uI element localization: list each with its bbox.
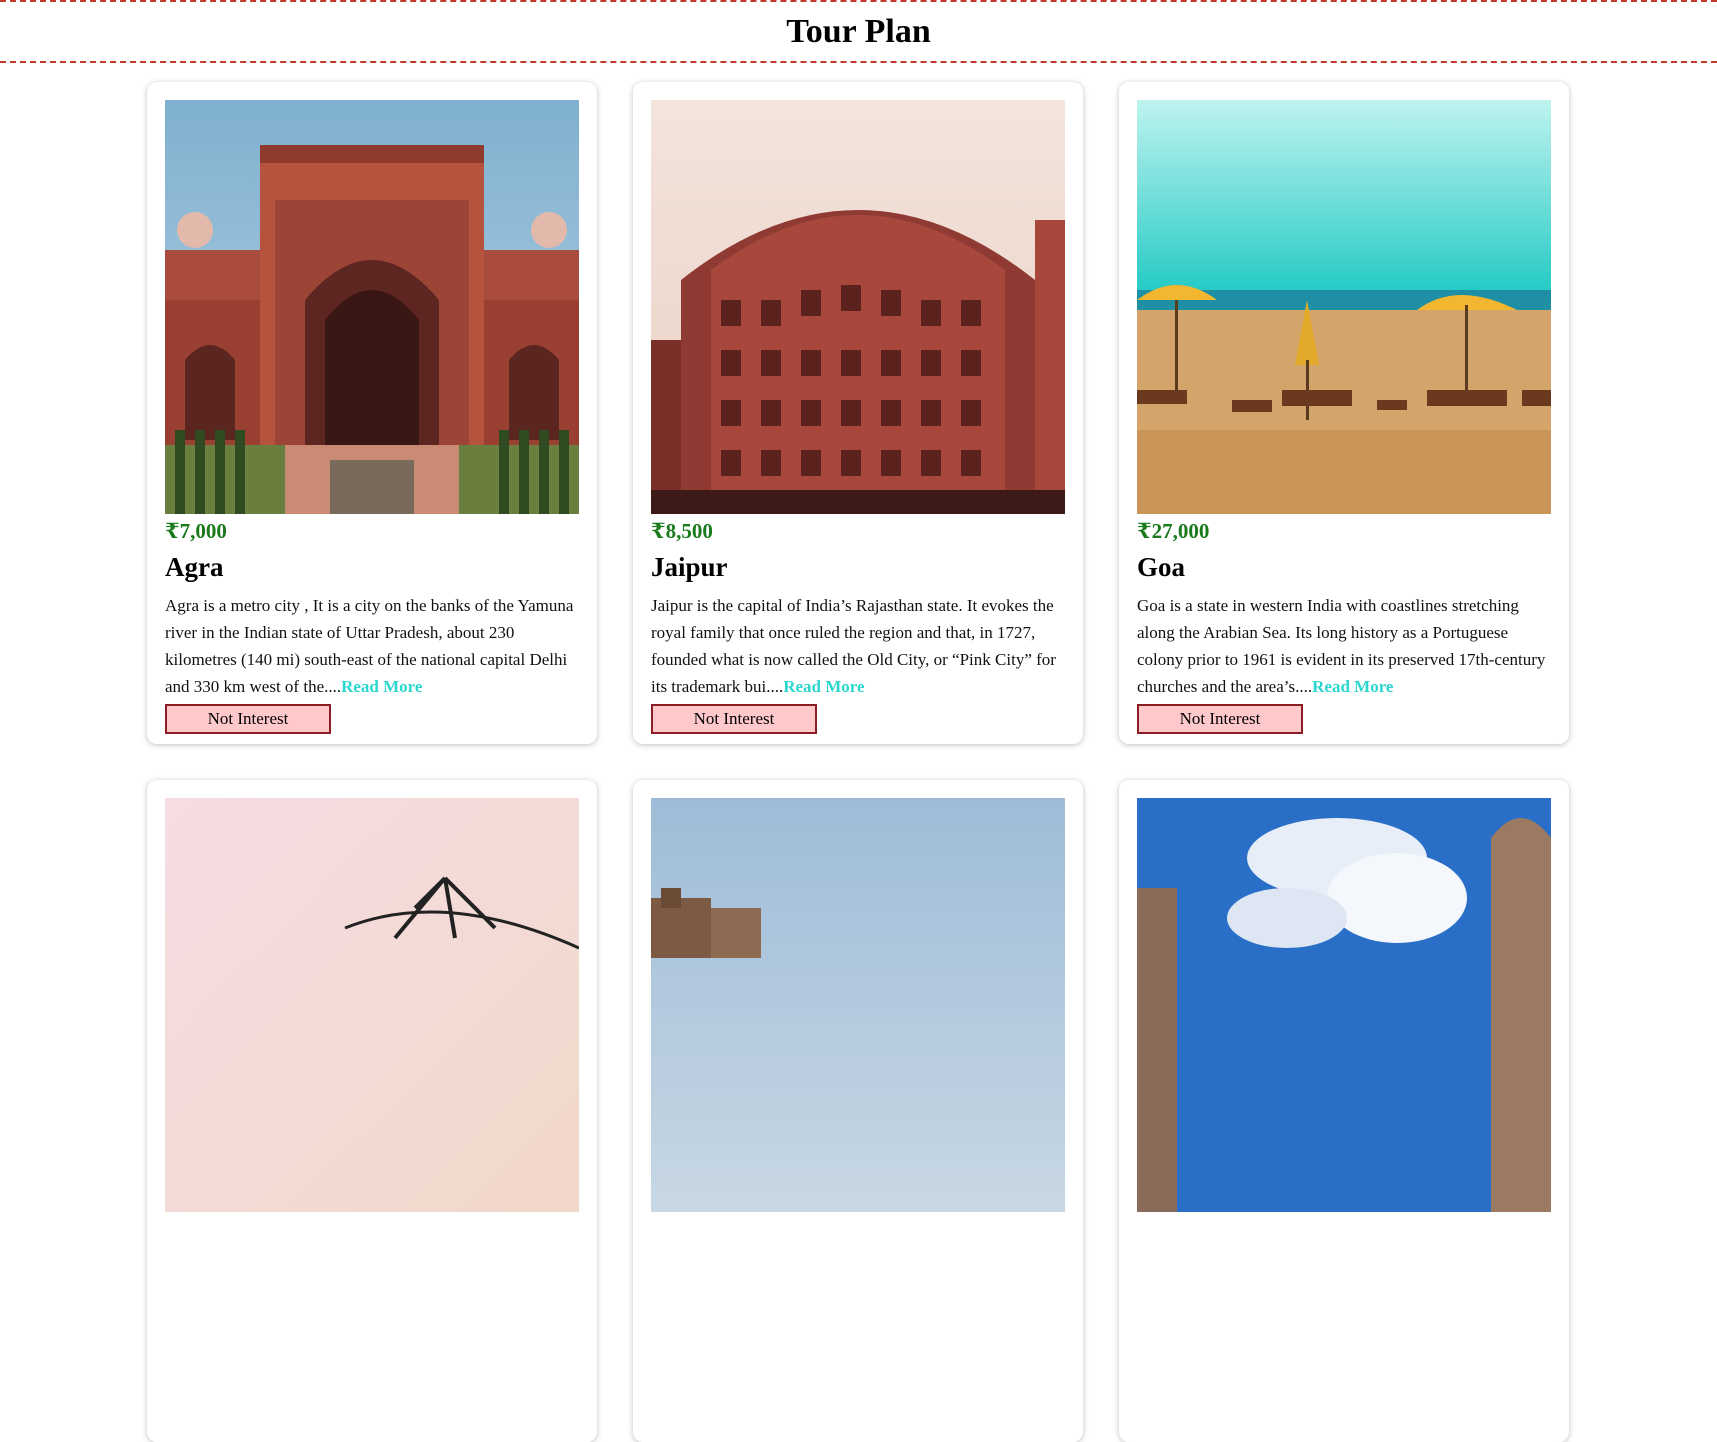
tour-card — [1119, 780, 1569, 1442]
tour-price: ₹27,000 — [1137, 519, 1210, 543]
tour-card — [633, 780, 1083, 1442]
not-interest-button[interactable]: Not Interest — [651, 704, 817, 734]
goa-photo — [1137, 100, 1551, 514]
page-title: Tour Plan — [786, 12, 931, 50]
tour-card-agra: ₹7,000 Agra Agra is a metro city , It is… — [147, 82, 597, 744]
not-interest-button[interactable]: Not Interest — [1137, 704, 1303, 734]
tour-description: Goa is a state in western India with coa… — [1137, 592, 1551, 700]
tour-photo — [651, 798, 1065, 1212]
tour-name: Jaipur — [651, 552, 728, 582]
agra-photo — [165, 100, 579, 514]
page-header: Tour Plan — [0, 0, 1717, 63]
not-interest-button[interactable]: Not Interest — [165, 704, 331, 734]
tour-card — [147, 780, 597, 1442]
read-more-link[interactable]: Read More — [1312, 677, 1393, 696]
read-more-link[interactable]: Read More — [341, 677, 422, 696]
read-more-link[interactable]: Read More — [783, 677, 864, 696]
tour-price: ₹8,500 — [651, 519, 713, 543]
jaipur-photo — [651, 100, 1065, 514]
tour-photo — [165, 798, 579, 1212]
tour-description: Agra is a metro city , It is a city on t… — [165, 592, 579, 700]
tour-grid: ₹7,000 Agra Agra is a metro city , It is… — [147, 82, 1569, 1442]
tour-photo — [1137, 798, 1551, 1212]
tour-description: Jaipur is the capital of India’s Rajasth… — [651, 592, 1065, 700]
tour-card-jaipur: ₹8,500 Jaipur Jaipur is the capital of I… — [633, 82, 1083, 744]
tour-name: Goa — [1137, 552, 1186, 582]
tour-name: Agra — [165, 552, 224, 582]
tour-price: ₹7,000 — [165, 519, 227, 543]
tour-card-goa: ₹27,000 Goa Goa is a state in western In… — [1119, 82, 1569, 744]
